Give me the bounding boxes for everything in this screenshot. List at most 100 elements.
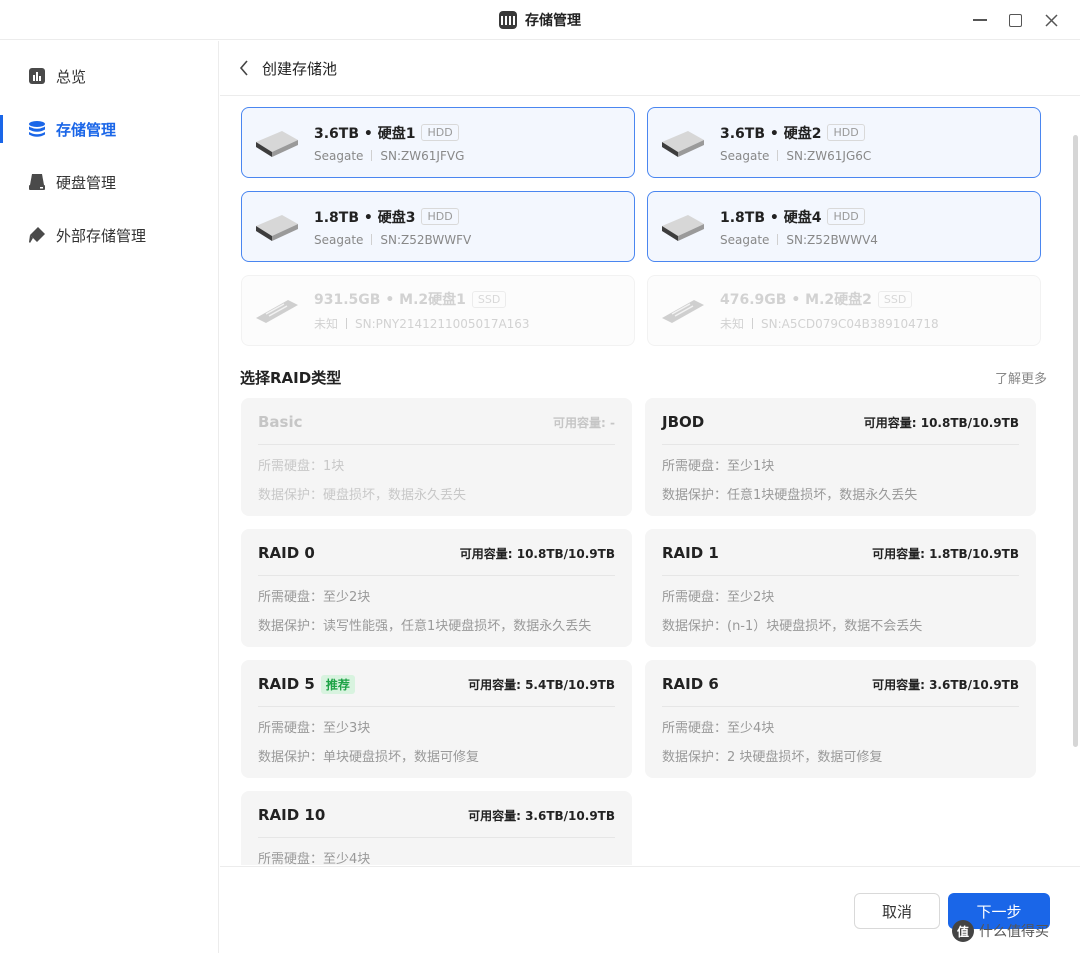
sidebar-item-label: 硬盘管理 [56, 173, 117, 192]
raid-card-jbod[interactable]: JBOD 可用容量: 10.8TB/10.9TB 所需硬盘：至少1块 数据保护：… [645, 398, 1036, 516]
disk-title: 3.6TB • 硬盘1 HDD [314, 123, 464, 143]
raid-card-header: RAID 6 可用容量: 3.6TB/10.9TB [662, 672, 1019, 696]
disk-type-tag: SSD [877, 290, 913, 308]
main-content: 3.6TB • 硬盘1 HDD Seagate SN:ZW61JFVG 3.6T… [220, 97, 1080, 865]
divider [662, 706, 1019, 707]
footer-actions: 取消 下一步 [220, 866, 1080, 953]
divider [777, 150, 779, 161]
minimize-icon [973, 19, 987, 21]
disk-info: 476.9GB • M.2硬盘2 SSD 未知 SN:A5CD079C04B38… [720, 289, 939, 332]
disk-card-1[interactable]: 3.6TB • 硬盘1 HDD Seagate SN:ZW61JFVG [241, 107, 635, 178]
raid-required-disks: 所需硬盘：1块 [258, 459, 345, 474]
raid-name: Basic [258, 413, 303, 431]
raid-card-raid1[interactable]: RAID 1 可用容量: 1.8TB/10.9TB 所需硬盘：至少2块 数据保护… [645, 529, 1036, 647]
page-header: 创建存储池 [220, 41, 1080, 96]
disk-info: 3.6TB • 硬盘2 HDD Seagate SN:ZW61JG6C [720, 123, 871, 163]
raid-required-disks: 所需硬盘：至少3块 [258, 721, 371, 736]
ssd-icon [254, 294, 300, 328]
database-icon [28, 120, 46, 138]
divider [258, 837, 615, 838]
maximize-button[interactable] [1004, 9, 1026, 31]
disk-serial: SN:A5CD079C04B389104718 [761, 316, 939, 331]
disk-card-2[interactable]: 3.6TB • 硬盘2 HDD Seagate SN:ZW61JG6C [647, 107, 1041, 178]
raid-card-header: RAID 5 推荐 可用容量: 5.4TB/10.9TB [258, 672, 615, 696]
raid-name: RAID 10 [258, 806, 325, 824]
disk-card-4[interactable]: 1.8TB • 硬盘4 HDD Seagate SN:Z52BWWV4 [647, 191, 1041, 262]
chevron-left-icon [239, 60, 248, 76]
sidebar-item-disks[interactable]: 硬盘管理 [0, 162, 218, 202]
raid-required-disks: 所需硬盘：至少2块 [258, 590, 371, 605]
divider [662, 444, 1019, 445]
raid-required-disks: 所需硬盘：至少4块 [662, 721, 775, 736]
vertical-scrollbar[interactable] [1073, 135, 1078, 747]
disk-type-tag: HDD [827, 208, 865, 225]
raid-name-text: Basic [258, 413, 303, 431]
divider [258, 575, 615, 576]
disk-type-tag: HDD [421, 208, 459, 225]
disk-type-tag: HDD [827, 124, 865, 141]
drive-icon [28, 173, 46, 191]
sidebar-item-overview[interactable]: 总览 [0, 56, 218, 96]
raid-name-text: RAID 5 [258, 675, 315, 693]
disk-type-tag: HDD [421, 124, 459, 141]
sidebar-item-label: 外部存储管理 [56, 226, 147, 245]
raid-card-raid5[interactable]: RAID 5 推荐 可用容量: 5.4TB/10.9TB 所需硬盘：至少3块 数… [241, 660, 632, 778]
disk-serial: SN:Z52BWWFV [380, 232, 472, 247]
disk-serial: SN:Z52BWWV4 [786, 232, 878, 247]
hdd-icon [254, 126, 300, 160]
divider [258, 444, 615, 445]
disk-info: 931.5GB • M.2硬盘1 SSD 未知 SN:PNY2141211005… [314, 289, 530, 332]
disk-type-tag: SSD [471, 290, 507, 308]
disk-name: 476.9GB • M.2硬盘2 [720, 292, 872, 308]
disk-brand: Seagate [720, 232, 770, 247]
disk-card-5: 931.5GB • M.2硬盘1 SSD 未知 SN:PNY2141211005… [241, 275, 635, 346]
divider [371, 150, 373, 161]
minimize-button[interactable] [969, 9, 991, 31]
usb-icon [28, 226, 46, 244]
ssd-icon [660, 294, 706, 328]
storage-app-icon [499, 11, 517, 29]
raid-protection: 数据保护：2 块硬盘损坏，数据可修复 [662, 750, 883, 765]
raid-card-header: RAID 1 可用容量: 1.8TB/10.9TB [662, 541, 1019, 565]
disk-name: 1.8TB • 硬盘4 [720, 209, 822, 226]
raid-card-raid6[interactable]: RAID 6 可用容量: 3.6TB/10.9TB 所需硬盘：至少4块 数据保护… [645, 660, 1036, 778]
divider [752, 318, 754, 329]
disk-serial: SN:ZW61JFVG [380, 148, 465, 163]
sidebar-item-external[interactable]: 外部存储管理 [0, 215, 218, 255]
raid-protection: 数据保护：单块硬盘损坏，数据可修复 [258, 750, 480, 765]
disk-card-3[interactable]: 1.8TB • 硬盘3 HDD Seagate SN:Z52BWWFV [241, 191, 635, 262]
raid-required-disks: 所需硬盘：至少1块 [662, 459, 775, 474]
divider [662, 575, 1019, 576]
page-title: 创建存储池 [262, 59, 338, 78]
disk-brand: Seagate [314, 232, 364, 247]
raid-name-text: RAID 0 [258, 544, 315, 562]
recommended-badge: 推荐 [320, 674, 355, 694]
raid-capacity: 可用容量: 5.4TB/10.9TB [468, 677, 615, 692]
disk-title: 476.9GB • M.2硬盘2 SSD [720, 289, 939, 309]
divider [371, 234, 373, 245]
raid-card-raid10[interactable]: RAID 10 可用容量: 3.6TB/10.9TB 所需硬盘：至少4块 [241, 791, 632, 865]
cancel-button[interactable]: 取消 [854, 893, 940, 929]
raid-required-disks: 所需硬盘：至少2块 [662, 590, 775, 605]
raid-required-disks: 所需硬盘：至少4块 [258, 852, 371, 865]
raid-card-raid0[interactable]: RAID 0 可用容量: 10.8TB/10.9TB 所需硬盘：至少2块 数据保… [241, 529, 632, 647]
raid-capacity: 可用容量: 10.8TB/10.9TB [459, 546, 615, 561]
sidebar-item-storage[interactable]: 存储管理 [0, 109, 218, 149]
raid-name: RAID 1 [662, 544, 719, 562]
raid-name: RAID 5 推荐 [258, 674, 355, 694]
disk-meta: Seagate SN:ZW61JG6C [720, 149, 871, 163]
raid-capacity: 可用容量: 10.8TB/10.9TB [863, 415, 1019, 430]
raid-protection: 数据保护：(n-1）块硬盘损坏，数据不会丢失 [662, 619, 923, 634]
window-title: 存储管理 [0, 0, 1080, 40]
divider [777, 234, 779, 245]
back-button[interactable] [236, 60, 252, 76]
disk-meta: 未知 SN:PNY2141211005017A163 [314, 315, 530, 332]
close-button[interactable] [1040, 9, 1062, 31]
learn-more-link[interactable]: 了解更多 [995, 368, 1047, 387]
disk-info: 1.8TB • 硬盘4 HDD Seagate SN:Z52BWWV4 [720, 207, 878, 247]
raid-section-title: 选择RAID类型 [240, 369, 342, 387]
raid-card-basic: Basic 可用容量: - 所需硬盘：1块 数据保护：硬盘损坏，数据永久丢失 [241, 398, 632, 516]
title-bar: 存储管理 [0, 0, 1080, 40]
disk-brand: Seagate [314, 148, 364, 163]
raid-protection: 数据保护：硬盘损坏，数据永久丢失 [258, 488, 467, 503]
